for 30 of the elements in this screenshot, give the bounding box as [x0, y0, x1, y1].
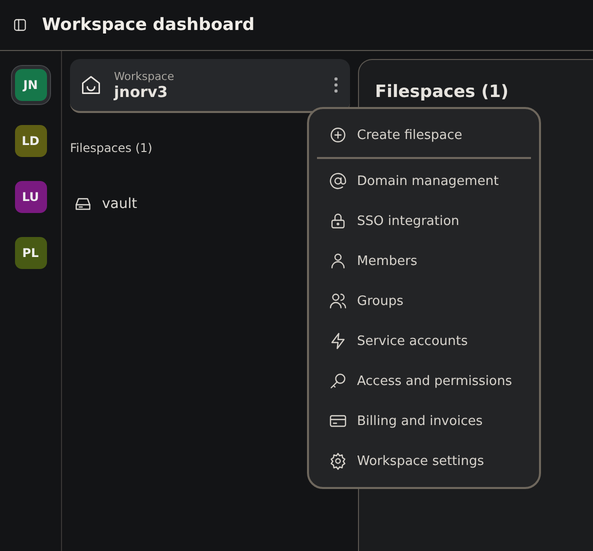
menu-item[interactable]: Groups: [317, 281, 531, 321]
home-icon: [80, 74, 102, 96]
menu-item[interactable]: Billing and invoices: [317, 401, 531, 441]
panel-title: Filespaces (1): [375, 82, 510, 102]
workspace-avatar[interactable]: JN: [14, 69, 46, 101]
drive-icon: [74, 195, 92, 213]
sidebar-toggle-icon[interactable]: [12, 17, 28, 33]
menu-item[interactable]: Create filespace: [317, 115, 531, 155]
card-icon: [329, 412, 347, 430]
people-icon: [329, 292, 347, 310]
menu-item[interactable]: Workspace settings: [317, 441, 531, 481]
workspace-avatar[interactable]: PL: [14, 237, 46, 269]
gear-icon: [329, 452, 347, 470]
workspace-avatar[interactable]: LD: [14, 125, 46, 157]
workspace-name: jnorv3: [114, 82, 169, 100]
more-button[interactable]: [332, 75, 340, 95]
lock-icon: [329, 212, 347, 230]
workspace-avatar[interactable]: LU: [14, 181, 46, 213]
lightning-icon: [329, 332, 347, 350]
filespaces-heading: Filespaces (1): [70, 141, 154, 155]
workspace-card[interactable]: Workspace jnorv3: [70, 59, 350, 113]
key-icon: [329, 372, 347, 390]
at-sign-icon: [329, 172, 347, 190]
person-icon: [329, 252, 347, 270]
menu-item[interactable]: Access and permissions: [317, 361, 531, 401]
menu-item[interactable]: Members: [317, 241, 531, 281]
menu-item[interactable]: Service accounts: [317, 321, 531, 361]
plus-circle-icon: [329, 126, 347, 144]
page-title: Workspace dashboard: [42, 15, 255, 35]
workspace-label: Workspace: [114, 70, 176, 82]
